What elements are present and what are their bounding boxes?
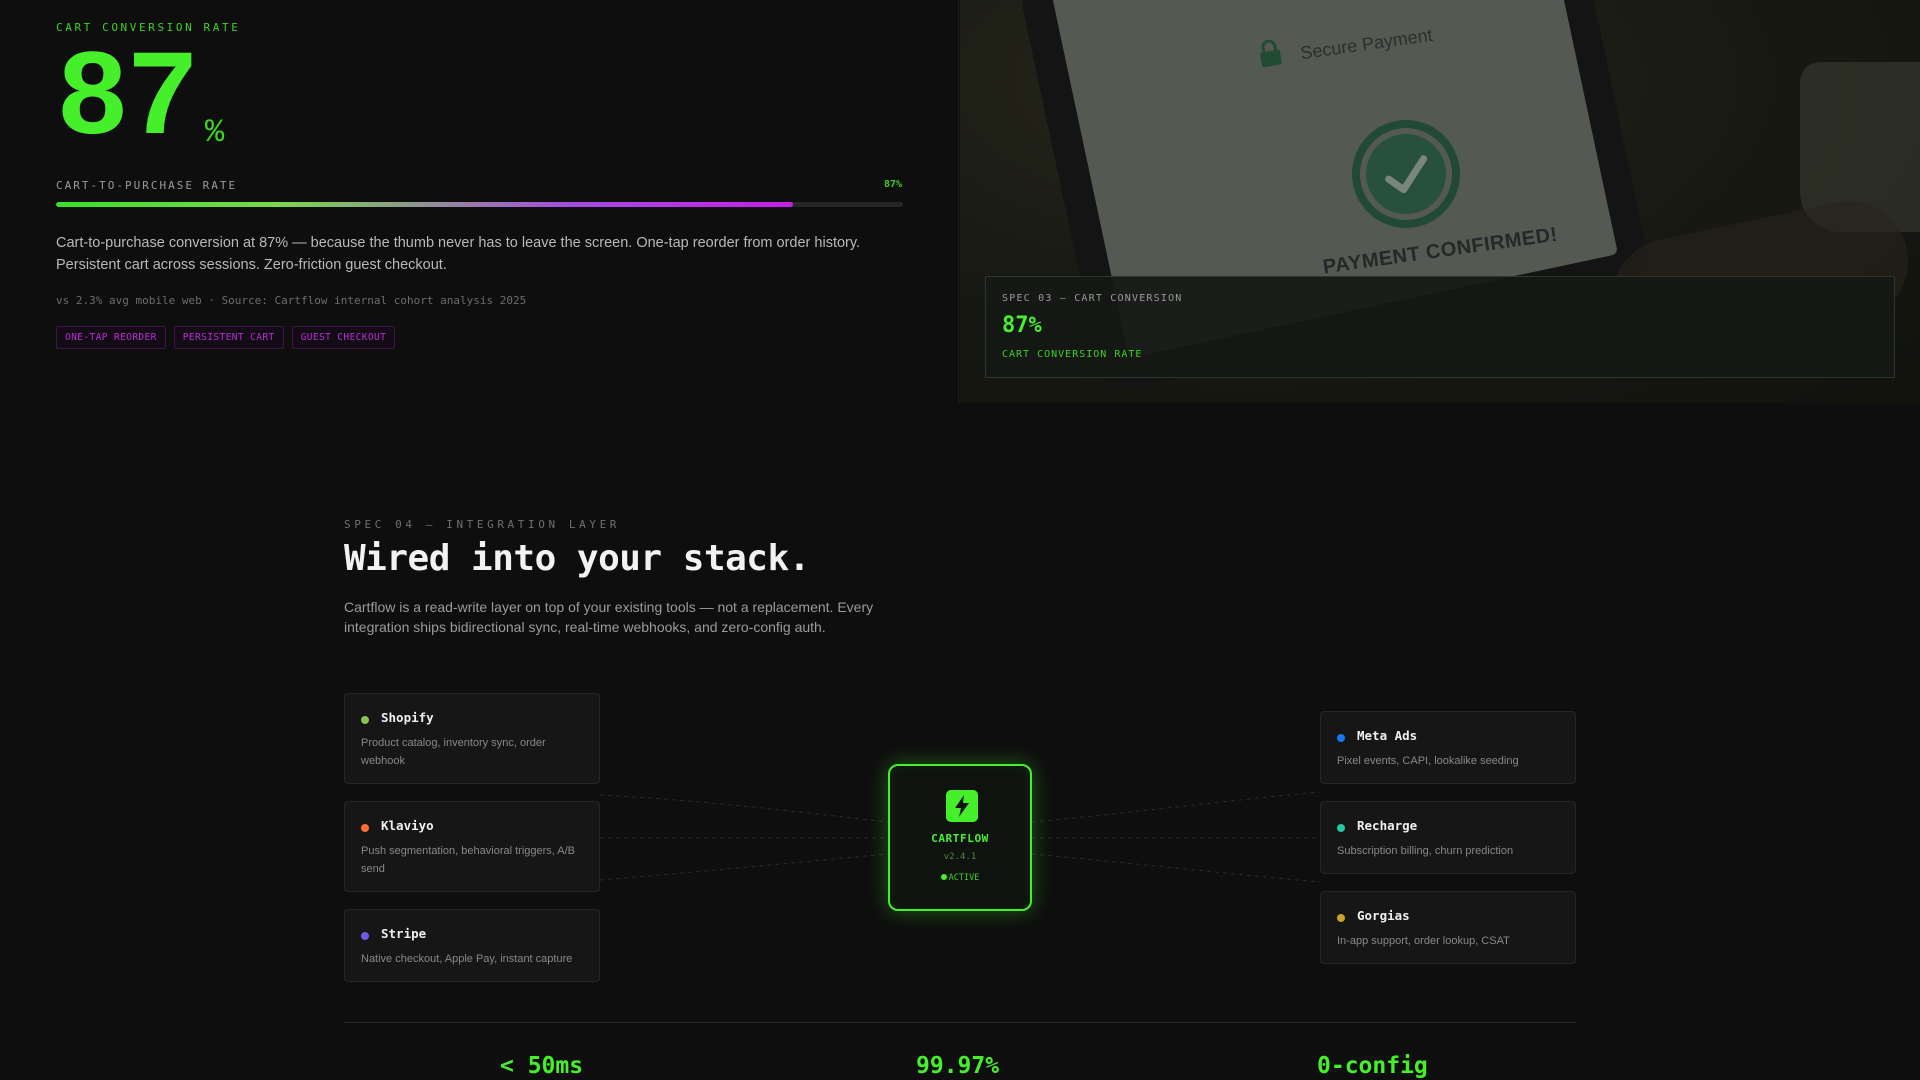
integration-name: Klaviyo — [381, 818, 434, 833]
spec-card-label: CART CONVERSION RATE — [1002, 349, 1143, 360]
status-dot — [361, 824, 369, 832]
integration-name: Gorgias — [1357, 908, 1410, 923]
conversion-big-value: 87 — [56, 31, 199, 170]
cartflow-hub[interactable]: CARTFLOW v2.4.1 ACTIVE — [888, 764, 1032, 911]
integration-card-recharge[interactable]: Recharge Subscription billing, churn pre… — [1320, 801, 1576, 874]
stats-divider — [344, 1022, 1576, 1023]
hub-status-text: ACTIVE — [948, 873, 980, 883]
conversion-big-unit: % — [205, 114, 225, 151]
status-dot — [1337, 824, 1345, 832]
tag-persistent-cart: PERSISTENT CART — [173, 326, 284, 349]
integration-desc: Push segmentation, behavioral triggers, … — [361, 845, 576, 875]
conversion-description: Cart-to-purchase conversion at 87% — bec… — [56, 235, 861, 273]
integration-desc: Native checkout, Apple Pay, instant capt… — [361, 953, 573, 965]
progress-fill — [56, 202, 793, 207]
integration-name: Shopify — [381, 710, 434, 725]
hub-version: v2.4.1 — [943, 852, 977, 862]
spec-card: SPEC 03 — CART CONVERSION 87% CART CONVE… — [985, 276, 1895, 378]
progress-track — [56, 202, 903, 207]
progress-value: 87% — [883, 179, 902, 190]
integration-card-klaviyo[interactable]: Klaviyo Push segmentation, behavioral tr… — [344, 801, 600, 892]
conversion-source: vs 2.3% avg mobile web · Source: Cartflo… — [56, 294, 527, 307]
integration-card-stripe[interactable]: Stripe Native checkout, Apple Pay, insta… — [344, 909, 600, 982]
status-dot — [1337, 734, 1345, 742]
integration-name: Recharge — [1357, 818, 1418, 833]
feature-tags: ONE-TAP REORDER PERSISTENT CART GUEST CH… — [56, 326, 396, 349]
status-dot — [361, 716, 369, 724]
tag-one-tap-reorder: ONE-TAP REORDER — [56, 326, 166, 349]
integration-name: Meta Ads — [1357, 728, 1418, 743]
integration-card-shopify[interactable]: Shopify Product catalog, inventory sync,… — [344, 693, 600, 784]
status-dot — [1337, 914, 1345, 922]
integration-title: Wired into your stack. — [344, 538, 810, 579]
progress-label: CART-TO-PURCHASE RATE — [56, 179, 238, 192]
conversion-section: CART CONVERSION RATE 87 % CART-TO-PURCHA… — [0, 0, 1920, 403]
tag-guest-checkout: GUEST CHECKOUT — [291, 326, 396, 349]
status-dot — [940, 874, 947, 880]
integration-name: Stripe — [381, 926, 427, 941]
status-dot — [361, 932, 369, 940]
spec-card-eyebrow: SPEC 03 — CART CONVERSION — [1002, 293, 1183, 304]
stat-latency: < 50ms — [500, 1053, 584, 1079]
lightning-bolt-icon — [946, 790, 978, 822]
integration-description: Cartflow is a read-write layer on top of… — [344, 599, 874, 635]
stat-uptime: 99.97% — [916, 1053, 1000, 1079]
integration-desc: Pixel events, CAPI, lookalike seeding — [1337, 755, 1519, 767]
stat-config: 0-config — [1317, 1053, 1428, 1079]
integration-eyebrow: SPEC 04 — INTEGRATION LAYER — [344, 518, 621, 531]
conversion-panel: CART CONVERSION RATE 87 % CART-TO-PURCHA… — [0, 0, 959, 403]
integration-desc: Product catalog, inventory sync, order w… — [361, 737, 546, 767]
hub-name: CARTFLOW — [931, 832, 989, 845]
integration-card-meta-ads[interactable]: Meta Ads Pixel events, CAPI, lookalike s… — [1320, 711, 1576, 784]
integration-desc: In-app support, order lookup, CSAT — [1337, 935, 1510, 947]
hub-status: ACTIVE — [890, 873, 1030, 883]
integration-card-gorgias[interactable]: Gorgias In-app support, order lookup, CS… — [1320, 891, 1576, 964]
integration-desc: Subscription billing, churn prediction — [1337, 845, 1514, 857]
spec-card-value: 87% — [1002, 313, 1042, 338]
